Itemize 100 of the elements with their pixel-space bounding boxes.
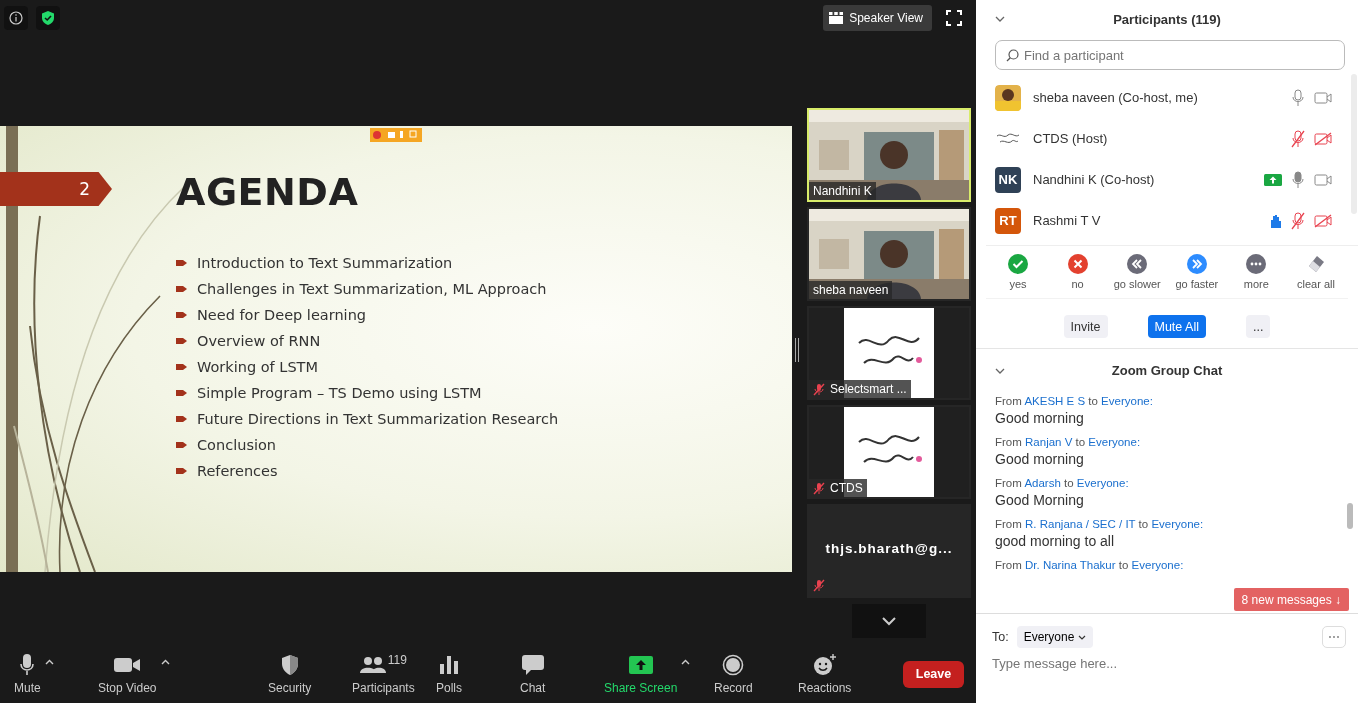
resize-handle[interactable]: [795, 338, 799, 362]
no-icon: [1067, 254, 1088, 274]
shield-icon[interactable]: [36, 6, 60, 30]
participants-action-button[interactable]: Mute All: [1147, 315, 1206, 338]
clear-reaction-button[interactable]: clear all: [1287, 254, 1344, 290]
slower-icon: [1127, 254, 1148, 274]
participant-row[interactable]: CTDS (Host): [986, 118, 1358, 159]
toolbar-button[interactable]: 119 Participants: [352, 653, 415, 695]
more-icon: [1246, 254, 1267, 274]
microphone-icon[interactable]: [1291, 170, 1305, 189]
toolbar-button[interactable]: Polls: [436, 653, 462, 695]
fullscreen-icon[interactable]: [946, 10, 962, 26]
message-text: Good morning: [995, 451, 1085, 467]
toolbar-button[interactable]: Share Screen: [604, 653, 678, 695]
speaker-view-button[interactable]: Speaker View: [823, 5, 932, 31]
toolbar-button[interactable]: Chat: [520, 653, 546, 695]
avatar-initials: RT: [995, 207, 1021, 234]
toolbar-button[interactable]: Record: [714, 653, 753, 695]
video-off-icon[interactable]: [1314, 131, 1332, 146]
participants-action-button[interactable]: Invite: [1063, 315, 1108, 338]
agenda-item: References: [197, 463, 278, 479]
video-tile[interactable]: CTDS: [807, 405, 971, 499]
participant-name: sheba naveen (Co-host, me): [1033, 90, 1199, 105]
message-header: From R. Ranjana / SEC / IT to Everyone:: [995, 518, 1205, 530]
message-header: From Dr. Narina Thakur to Everyone:: [995, 559, 1185, 571]
more-reaction-button[interactable]: more: [1228, 254, 1285, 290]
agenda-item: Working of LSTM: [197, 359, 318, 375]
participant-name: Nandhini K (Co-host): [1033, 172, 1156, 187]
bullet-arrow-icon: [176, 311, 187, 319]
shield-icon: [279, 654, 300, 676]
participant-count: 119: [387, 653, 407, 667]
recipient-dropdown[interactable]: Everyone: [1016, 626, 1094, 648]
toolbar-button[interactable]: Reactions: [798, 653, 852, 695]
yes-icon: [1008, 254, 1028, 274]
avatar-initials: NK: [995, 166, 1021, 193]
agenda-item: Conclusion: [197, 437, 277, 453]
bullet-arrow-icon: [176, 363, 187, 371]
toolbar-button[interactable]: Stop Video: [98, 653, 157, 695]
info-icon[interactable]: [4, 6, 28, 30]
to-label: To:: [992, 630, 1009, 644]
agenda-item: Need for Deep learning: [197, 307, 367, 323]
video-tile[interactable]: Selectsmart ...: [807, 306, 971, 400]
chat-title: Zoom Group Chat: [1111, 362, 1223, 378]
video-camera-icon[interactable]: [1314, 90, 1332, 105]
participant-row[interactable]: NK Nandhini K (Co-host): [986, 159, 1358, 200]
microphone-icon: [20, 654, 35, 676]
smiley-icon: [812, 654, 837, 676]
sharing-controls-icon[interactable]: [370, 128, 422, 142]
bullet-arrow-icon: [176, 467, 187, 475]
collapse-icon[interactable]: [995, 368, 1005, 374]
toolbar-button[interactable]: Security: [268, 653, 312, 695]
video-camera-icon: [114, 657, 141, 673]
microphone-icon[interactable]: [1291, 88, 1305, 107]
agenda-item: Simple Program – TS Demo using LSTM: [197, 385, 482, 401]
slower-reaction-button[interactable]: go slower: [1109, 254, 1166, 290]
participant-name: CTDS (Host): [1033, 131, 1109, 146]
bullet-arrow-icon: [176, 337, 187, 345]
leave-button[interactable]: Leave: [903, 660, 964, 688]
agenda-item: Future Directions in Text Summarization Research: [197, 411, 559, 427]
no-reaction-button[interactable]: no: [1049, 254, 1106, 290]
video-tile[interactable]: sheba naveen: [807, 207, 971, 301]
caret-icon: [1078, 634, 1087, 640]
yes-reaction-button[interactable]: yes: [990, 254, 1046, 290]
participant-name: CTDS: [809, 479, 867, 497]
collapse-icon[interactable]: [995, 16, 1005, 22]
bullet-arrow-icon: [176, 389, 187, 397]
bullet-arrow-icon: [176, 285, 187, 293]
participant-name: sheba naveen: [809, 281, 893, 299]
video-tile[interactable]: Nandhini K: [807, 108, 971, 202]
participants-action-button[interactable]: ...: [1245, 315, 1271, 338]
faster-reaction-button[interactable]: go faster: [1168, 254, 1225, 290]
participant-name: Rashmi T V: [1033, 213, 1102, 228]
participant-row[interactable]: sheba naveen (Co-host, me): [986, 77, 1358, 118]
search-field[interactable]: Find a participant: [995, 40, 1345, 70]
participant-name: Selectsmart ...: [809, 380, 911, 398]
bullet-arrow-icon: [176, 441, 187, 449]
video-off-icon[interactable]: [1314, 213, 1332, 228]
message-header: From AKESH E S to Everyone:: [995, 395, 1154, 407]
agenda-item: Introduction to Text Summarization: [197, 255, 453, 271]
slide-title: AGENDA: [176, 170, 360, 214]
agenda-item: Challenges in Text Summarization, ML Approach: [197, 281, 547, 297]
record-icon: [722, 654, 745, 676]
chevron-down-icon: [881, 616, 897, 626]
message-header: From Ranjan V to Everyone:: [995, 436, 1142, 448]
more-options-button[interactable]: [1322, 626, 1346, 648]
video-tile[interactable]: thjs.bharath@g...: [807, 504, 971, 598]
scrollbar[interactable]: [1347, 503, 1353, 529]
faster-icon: [1186, 254, 1207, 274]
agenda-item: Overview of RNN: [197, 333, 321, 349]
muted-mic-icon[interactable]: [1291, 211, 1305, 230]
bullet-arrow-icon: [176, 415, 187, 423]
muted-mic-icon[interactable]: [1291, 129, 1305, 148]
message-header: From Adarsh to Everyone:: [995, 477, 1130, 489]
people-icon: [359, 656, 386, 674]
video-camera-icon[interactable]: [1314, 172, 1332, 187]
grid-view-icon: [829, 12, 844, 24]
toolbar-button[interactable]: Mute: [14, 653, 41, 695]
message-text: Good Morning: [995, 492, 1085, 508]
participants-title: Participants (119): [1113, 11, 1221, 27]
participant-row[interactable]: RT Rashmi T V: [986, 200, 1358, 241]
